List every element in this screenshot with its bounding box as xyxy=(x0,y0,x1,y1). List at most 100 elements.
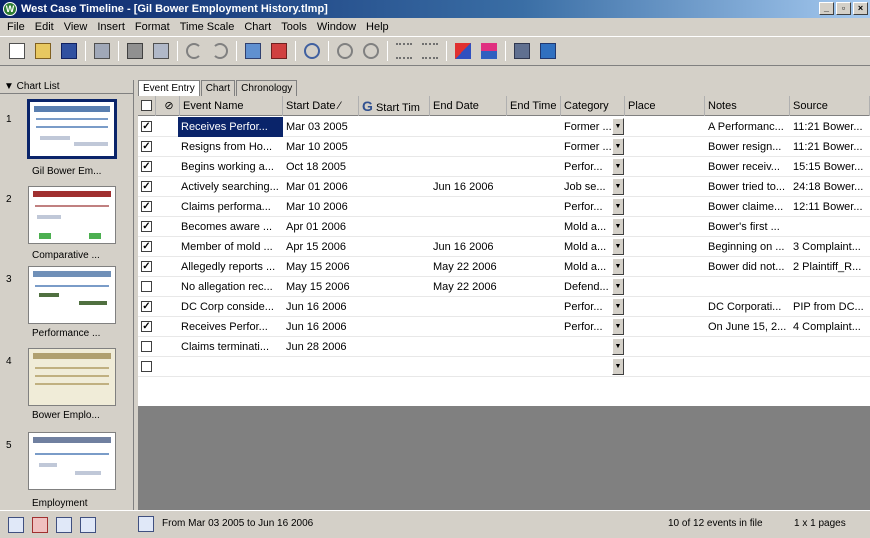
include-checkbox[interactable]: ✓ xyxy=(141,221,152,232)
close-button[interactable]: × xyxy=(853,2,868,15)
chronology-icon[interactable] xyxy=(514,43,530,59)
start-date-cell[interactable]: Mar 10 2006 xyxy=(283,197,359,217)
category-dropdown-arrow[interactable]: ▼ xyxy=(612,318,624,335)
column-category[interactable]: Category xyxy=(561,96,625,116)
include-checkbox[interactable]: ✓ xyxy=(141,261,152,272)
place-cell[interactable] xyxy=(625,177,705,197)
table-row[interactable]: Claims terminati... Jun 28 2006 ▼ xyxy=(138,337,870,357)
place-cell[interactable] xyxy=(625,357,705,377)
table-row[interactable]: ✓ Claims performa... Mar 10 2006 Perfor... ▼… xyxy=(138,197,870,217)
chart-thumbnail[interactable] xyxy=(28,266,116,324)
column-end-date[interactable]: End Date xyxy=(430,96,507,116)
redo-icon[interactable] xyxy=(212,43,228,59)
end-date-cell[interactable] xyxy=(430,157,507,177)
end-time-cell[interactable] xyxy=(507,357,561,377)
end-time-cell[interactable] xyxy=(507,217,561,237)
include-checkbox[interactable]: ✓ xyxy=(141,181,152,192)
end-date-cell[interactable] xyxy=(430,217,507,237)
compress-timescale-icon[interactable] xyxy=(422,43,438,59)
end-time-cell[interactable] xyxy=(507,197,561,217)
start-date-cell[interactable] xyxy=(283,357,359,377)
notes-cell[interactable] xyxy=(705,357,790,377)
start-date-cell[interactable]: Jun 16 2006 xyxy=(283,317,359,337)
notes-cell[interactable] xyxy=(705,337,790,357)
tab-event-entry[interactable]: Event Entry xyxy=(138,80,200,96)
menu-chart[interactable]: Chart xyxy=(239,21,276,33)
category-dropdown-arrow[interactable]: ▼ xyxy=(612,118,624,135)
end-time-cell[interactable] xyxy=(507,297,561,317)
menu-window[interactable]: Window xyxy=(312,21,361,33)
notes-cell[interactable]: A Performanc... xyxy=(705,117,790,137)
table-row[interactable]: ✓ Allegedly reports ... May 15 2006 May 22 … xyxy=(138,257,870,277)
end-time-cell[interactable] xyxy=(507,277,561,297)
category-cell[interactable]: Mold a... xyxy=(561,237,613,257)
place-cell[interactable] xyxy=(625,297,705,317)
start-date-cell[interactable]: Apr 01 2006 xyxy=(283,217,359,237)
column-start-date[interactable]: Start Date ⁄ xyxy=(283,96,359,116)
notes-cell[interactable]: Bower tried to... xyxy=(705,177,790,197)
place-cell[interactable] xyxy=(625,137,705,157)
place-cell[interactable] xyxy=(625,337,705,357)
place-cell[interactable] xyxy=(625,157,705,177)
event-name-cell[interactable]: Resigns from Ho... xyxy=(178,137,283,157)
start-date-cell[interactable]: Apr 15 2006 xyxy=(283,237,359,257)
notes-cell[interactable]: Bower resign... xyxy=(705,137,790,157)
category-cell[interactable]: Defend... xyxy=(561,277,613,297)
include-checkbox[interactable] xyxy=(141,281,152,292)
event-name-cell[interactable] xyxy=(178,357,283,377)
category-cell[interactable]: Mold a... xyxy=(561,257,613,277)
restore-button[interactable]: ▫ xyxy=(836,2,851,15)
tab-chronology[interactable]: Chronology xyxy=(236,80,298,96)
source-cell[interactable]: 12:11 Bower... xyxy=(790,197,870,217)
end-date-cell[interactable] xyxy=(430,337,507,357)
menu-view[interactable]: View xyxy=(59,21,93,33)
chronology-view-icon[interactable] xyxy=(56,516,72,533)
start-time-cell[interactable] xyxy=(359,277,430,297)
place-cell[interactable] xyxy=(625,117,705,137)
chart-thumbnail[interactable] xyxy=(27,99,117,159)
include-checkbox[interactable]: ✓ xyxy=(141,241,152,252)
include-checkbox[interactable]: ✓ xyxy=(141,161,152,172)
end-date-cell[interactable]: Jun 16 2006 xyxy=(430,237,507,257)
start-time-cell[interactable] xyxy=(359,157,430,177)
menu-tools[interactable]: Tools xyxy=(276,21,312,33)
category-dropdown-arrow[interactable]: ▼ xyxy=(612,338,624,355)
start-time-cell[interactable] xyxy=(359,297,430,317)
category-cell[interactable]: Mold a... xyxy=(561,217,613,237)
end-time-cell[interactable] xyxy=(507,117,561,137)
start-time-cell[interactable] xyxy=(359,177,430,197)
source-cell[interactable]: 11:21 Bower... xyxy=(790,117,870,137)
find-icon[interactable] xyxy=(304,43,320,59)
expand-timescale-icon[interactable] xyxy=(396,43,412,59)
source-cell[interactable] xyxy=(790,357,870,377)
include-checkbox[interactable] xyxy=(141,361,152,372)
start-time-cell[interactable] xyxy=(359,337,430,357)
category-dropdown-arrow[interactable]: ▼ xyxy=(612,238,624,255)
end-time-cell[interactable] xyxy=(507,137,561,157)
notes-cell[interactable]: DC Corporati... xyxy=(705,297,790,317)
category-cell[interactable]: Perfor... xyxy=(561,157,613,177)
end-date-cell[interactable] xyxy=(430,117,507,137)
place-cell[interactable] xyxy=(625,237,705,257)
start-time-cell[interactable] xyxy=(359,197,430,217)
start-time-cell[interactable] xyxy=(359,257,430,277)
column-place[interactable]: Place xyxy=(625,96,705,116)
menu-file[interactable]: File xyxy=(2,21,30,33)
source-cell[interactable] xyxy=(790,337,870,357)
event-name-cell[interactable]: No allegation rec... xyxy=(178,277,283,297)
chart-list-item[interactable]: 4 Bower Emplo... xyxy=(0,346,134,424)
category-cell[interactable]: Perfor... xyxy=(561,297,613,317)
chart-thumbnail[interactable] xyxy=(28,186,116,244)
copy-icon[interactable] xyxy=(153,43,169,59)
source-cell[interactable] xyxy=(790,217,870,237)
category-dropdown-arrow[interactable]: ▼ xyxy=(612,138,624,155)
end-date-cell[interactable] xyxy=(430,137,507,157)
category-dropdown-arrow[interactable]: ▼ xyxy=(612,198,624,215)
event-name-cell[interactable]: DC Corp conside... xyxy=(178,297,283,317)
chart-list-item[interactable]: 1 Gil Bower Em... xyxy=(0,96,134,184)
start-date-cell[interactable]: Mar 10 2005 xyxy=(283,137,359,157)
notes-cell[interactable]: On June 15, 2... xyxy=(705,317,790,337)
chart-list-item[interactable]: 5 Employment xyxy=(0,428,134,509)
table-row[interactable]: ✓ DC Corp conside... Jun 16 2006 Perfor... ▼… xyxy=(138,297,870,317)
insert-event-icon[interactable] xyxy=(245,43,261,59)
